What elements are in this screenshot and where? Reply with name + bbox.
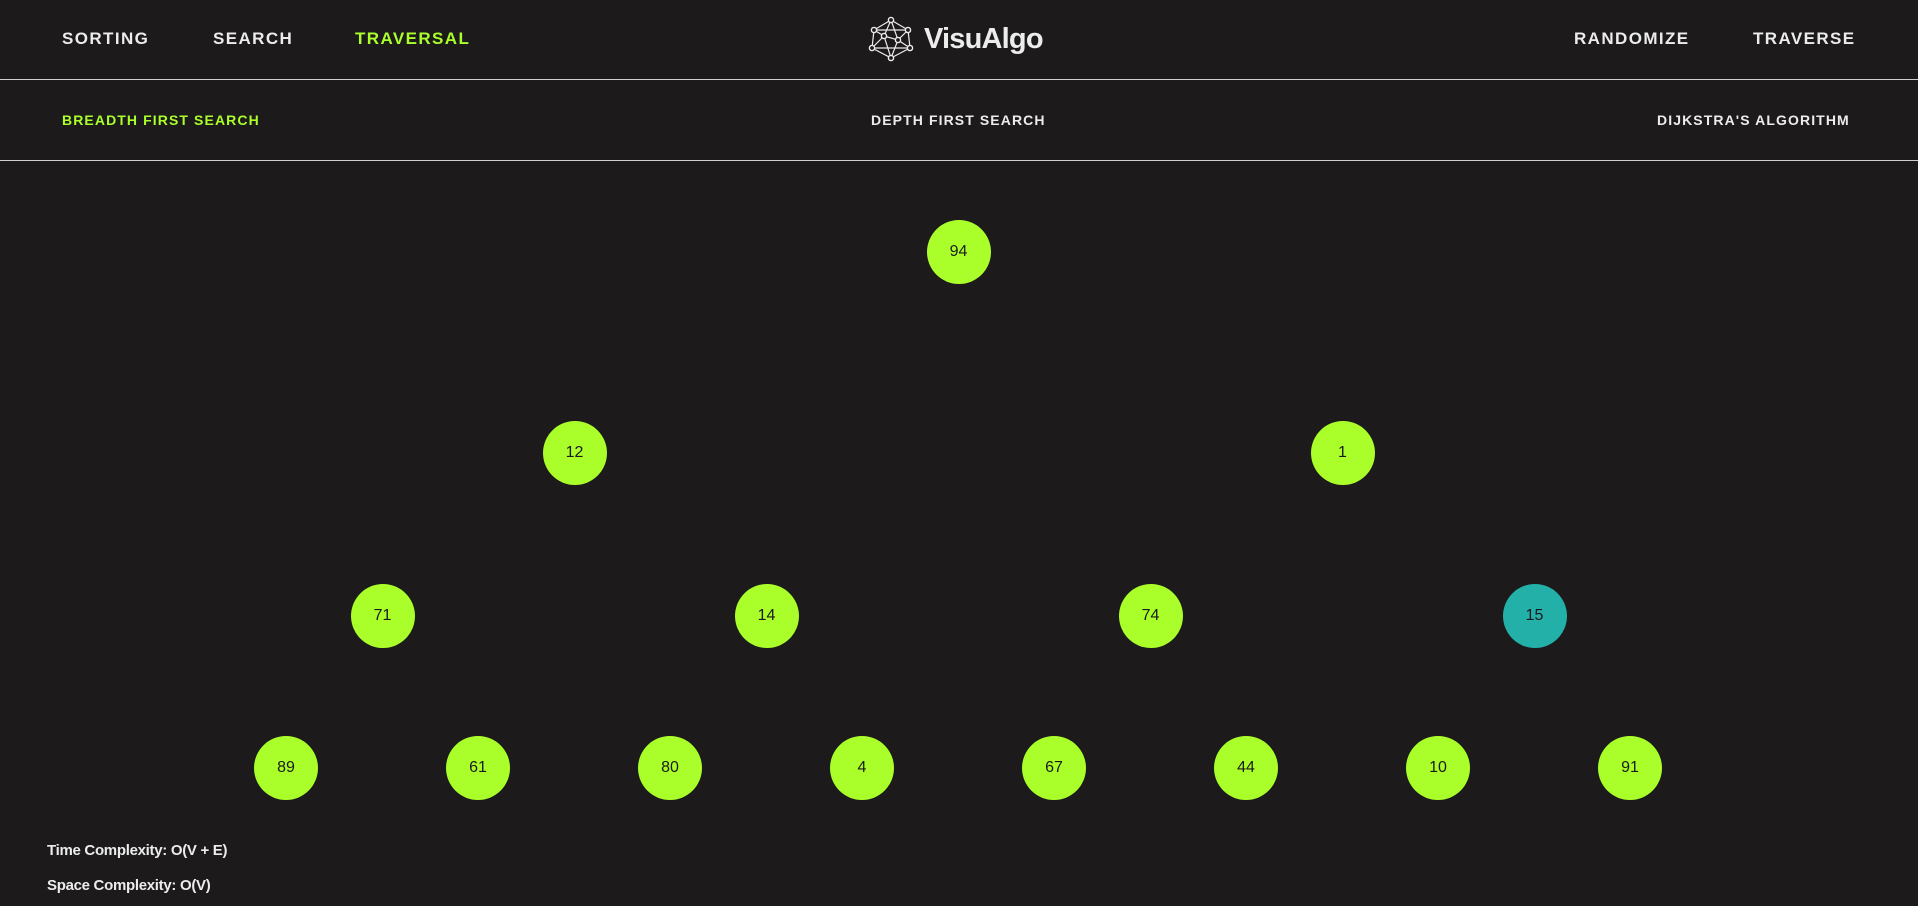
- randomize-button[interactable]: RANDOMIZE: [1574, 29, 1690, 49]
- tree-node: 4: [830, 736, 894, 800]
- nav-sorting[interactable]: SORTING: [62, 29, 149, 49]
- tree-node: 61: [446, 736, 510, 800]
- tree-node: 14: [734, 584, 799, 648]
- nav-search[interactable]: SEARCH: [213, 29, 293, 49]
- tab-depth-first-search[interactable]: DEPTH FIRST SEARCH: [871, 112, 1046, 128]
- network-graph-icon: [868, 16, 914, 62]
- time-complexity: Time Complexity: O(V + E): [47, 842, 228, 859]
- algorithm-tabs: BREADTH FIRST SEARCH DEPTH FIRST SEARCH …: [0, 80, 1918, 161]
- tree-node: 15: [1502, 584, 1567, 648]
- tree-node: 71: [350, 584, 415, 648]
- tree-node: 12: [542, 421, 607, 485]
- space-complexity: Space Complexity: O(V): [47, 877, 211, 894]
- tree-node: 89: [254, 736, 318, 800]
- brand[interactable]: VisuAlgo: [868, 16, 1044, 62]
- brand-name: VisuAlgo: [924, 22, 1044, 55]
- tree-node: 94: [926, 220, 991, 284]
- tree-node: 1: [1310, 421, 1375, 485]
- tab-breadth-first-search[interactable]: BREADTH FIRST SEARCH: [62, 112, 260, 128]
- tree-node: 91: [1598, 736, 1662, 800]
- tree-node: 10: [1406, 736, 1470, 800]
- top-navbar: SORTING SEARCH TRAVERSAL VisuAlgo RANDOM…: [0, 0, 1918, 80]
- tree-visualization: 94 12 1 71 14 74 15 89 61 80 4 67 44 10 91: [0, 161, 1918, 821]
- traverse-button[interactable]: TRAVERSE: [1753, 29, 1856, 49]
- tree-node: 74: [1118, 584, 1183, 648]
- nav-traversal[interactable]: TRAVERSAL: [355, 29, 470, 49]
- tree-node: 44: [1214, 736, 1278, 800]
- tree-node: 67: [1022, 736, 1086, 800]
- tab-dijkstras-algorithm[interactable]: DIJKSTRA'S ALGORITHM: [1657, 112, 1850, 128]
- tree-node: 80: [638, 736, 702, 800]
